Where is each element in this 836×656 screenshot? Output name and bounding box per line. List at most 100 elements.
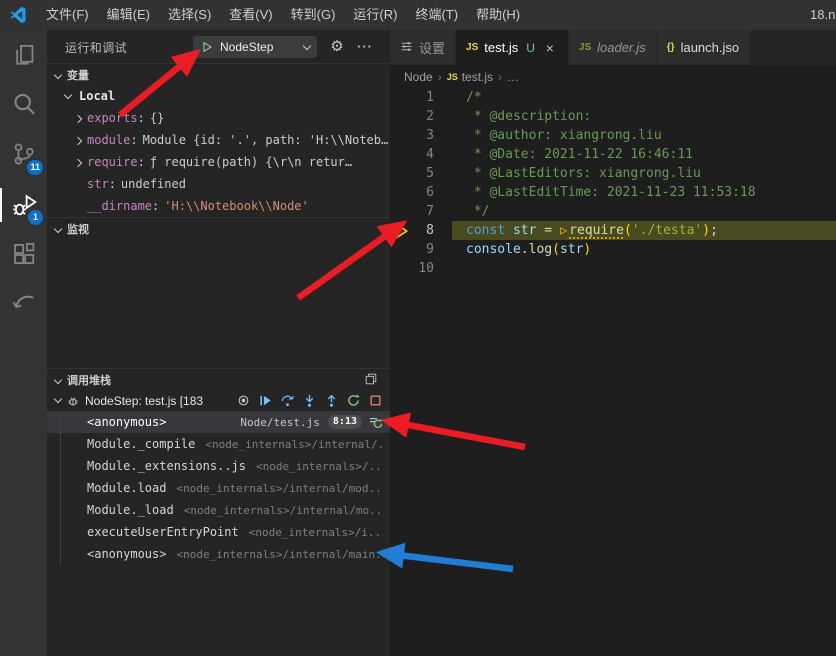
chevron-down-icon xyxy=(54,395,62,403)
code-line[interactable]: 6 * @LastEditTime: 2021-11-23 11:53:18 xyxy=(390,183,836,202)
tab-label: 设置 xyxy=(419,38,445,57)
code-line[interactable]: 4 * @Date: 2021-11-22 16:46:11 xyxy=(390,145,836,164)
stack-frame-row[interactable]: Module.load<node_internals>/internal/mod… xyxy=(47,477,390,499)
launch-config-dropdown[interactable]: NodeStep xyxy=(193,36,317,58)
frame-name: <anonymous> xyxy=(87,415,166,429)
line-content[interactable]: * @LastEditTime: 2021-11-23 11:53:18 xyxy=(452,183,836,202)
activity-item-run-and-debug[interactable]: 1 xyxy=(0,180,47,230)
line-content[interactable]: * @author: xiangrong.liu xyxy=(452,126,836,145)
line-number: 3 xyxy=(390,126,434,145)
editor-gutter[interactable]: 10 xyxy=(390,259,452,278)
stack-frame-row[interactable]: Module._compile<node_internals>/internal… xyxy=(47,433,390,455)
step-out-icon[interactable] xyxy=(324,393,339,408)
breakpoint-current-icon[interactable] xyxy=(393,222,410,239)
menu-item-7[interactable]: 终端(T) xyxy=(406,0,467,30)
close-icon[interactable]: × xyxy=(542,40,558,56)
breadcrumb[interactable]: Node›JStest.js›… xyxy=(390,65,836,88)
editor-gutter[interactable]: 8 xyxy=(390,221,452,240)
variable-row[interactable]: str:undefined xyxy=(47,173,390,195)
line-number: 1 xyxy=(390,88,434,107)
line-content[interactable]: * @LastEditors: xiangrong.liu xyxy=(452,164,836,183)
stop-icon[interactable] xyxy=(368,393,383,408)
menu-item-4[interactable]: 查看(V) xyxy=(220,0,281,30)
code-line[interactable]: 1 /* xyxy=(390,88,836,107)
editor-gutter[interactable]: 5 xyxy=(390,164,452,183)
menu-item-8[interactable]: 帮助(H) xyxy=(467,0,529,30)
editor-gutter[interactable]: 9 xyxy=(390,240,452,259)
tab-设置[interactable]: 设置 xyxy=(390,30,456,65)
variable-row[interactable]: module:Module {id: '.', path: 'H:\\Noteb… xyxy=(47,129,390,151)
line-content[interactable]: * @Date: 2021-11-22 16:46:11 xyxy=(452,145,836,164)
editor-gutter[interactable]: 3 xyxy=(390,126,452,145)
pause-icon[interactable] xyxy=(236,393,251,408)
open-stack-view-icon[interactable] xyxy=(364,372,378,389)
editor-gutter[interactable]: 4 xyxy=(390,145,452,164)
variable-name: str xyxy=(87,177,109,191)
menu-item-5[interactable]: 转到(G) xyxy=(282,0,345,30)
restart-frame-icon[interactable] xyxy=(368,414,384,430)
restart-icon[interactable] xyxy=(346,393,361,408)
code-line[interactable]: 8const str = ▷require('./testa'); xyxy=(390,221,836,240)
stack-frame-row[interactable]: executeUserEntryPoint<node_internals>/i.… xyxy=(47,521,390,543)
variables-section-title: 变量 xyxy=(67,67,89,83)
code-line[interactable]: 5 * @LastEditors: xiangrong.liu xyxy=(390,164,836,183)
variable-row[interactable]: require:ƒ require(path) {\r\n retur… xyxy=(47,151,390,173)
stack-frame-row[interactable]: Module._extensions..js<node_internals>/.… xyxy=(47,455,390,477)
more-actions-icon[interactable]: ··· xyxy=(354,35,376,57)
variables-scope-local[interactable]: Local xyxy=(47,85,390,107)
activity-badge: 11 xyxy=(27,160,43,175)
line-number: 9 xyxy=(390,240,434,259)
activity-item-explorer[interactable] xyxy=(0,30,47,80)
step-into-icon[interactable] xyxy=(302,393,317,408)
twistie-icon xyxy=(75,111,87,125)
variable-row[interactable]: exports:{} xyxy=(47,107,390,129)
stack-frame-row[interactable]: Module._load<node_internals>/internal/mo… xyxy=(47,499,390,521)
stack-frame-row[interactable]: <anonymous><node_internals>/internal/mai… xyxy=(47,543,390,565)
code-line[interactable]: 9 console.log(str) xyxy=(390,240,836,259)
editor-gutter[interactable]: 6 xyxy=(390,183,452,202)
variable-row[interactable]: __dirname:'H:\\Notebook\\Node' xyxy=(47,195,390,217)
code-line[interactable]: 7 */ xyxy=(390,202,836,221)
step-over-icon[interactable] xyxy=(280,393,295,408)
breadcrumb-item[interactable]: test.js xyxy=(462,70,493,84)
breadcrumb-item[interactable]: Node xyxy=(404,70,433,84)
start-debugging-icon[interactable] xyxy=(200,40,214,54)
watch-section-header[interactable]: 监视 xyxy=(47,217,390,239)
editor-gutter[interactable]: 2 xyxy=(390,107,452,126)
stack-frame-row[interactable]: <anonymous>Node/test.js8:13 xyxy=(47,411,390,433)
activity-item-source-control[interactable]: 11 xyxy=(0,130,47,180)
line-number: 6 xyxy=(390,183,434,202)
line-content[interactable]: */ xyxy=(452,202,836,221)
tab-test.js[interactable]: JStest.jsU× xyxy=(456,30,569,65)
line-content[interactable]: * @description: xyxy=(452,107,836,126)
tab-loader.js[interactable]: JSloader.js xyxy=(569,30,657,65)
back-arrow-icon xyxy=(11,291,37,320)
activity-bar: 111 xyxy=(0,30,47,656)
code-line[interactable]: 10 xyxy=(390,259,836,278)
line-content[interactable]: console.log(str) xyxy=(452,240,836,259)
activity-item-search[interactable] xyxy=(0,80,47,130)
chevron-down-icon xyxy=(64,90,72,98)
tab-launch.jso[interactable]: {}launch.jso xyxy=(657,30,750,65)
menu-item-6[interactable]: 运行(R) xyxy=(344,0,406,30)
line-content[interactable]: /* xyxy=(452,88,836,107)
activity-item-references[interactable] xyxy=(0,280,47,330)
menu-item-3[interactable]: 选择(S) xyxy=(159,0,220,30)
breadcrumb-item[interactable]: … xyxy=(507,70,519,84)
editor-gutter[interactable]: 7 xyxy=(390,202,452,221)
code-line[interactable]: 3 * @author: xiangrong.liu xyxy=(390,126,836,145)
variables-section-header[interactable]: 变量 xyxy=(47,63,390,85)
menu-item-1[interactable]: 文件(F) xyxy=(37,0,98,30)
menu-item-2[interactable]: 编辑(E) xyxy=(98,0,159,30)
editor-gutter[interactable]: 1 xyxy=(390,88,452,107)
callstack-section-header[interactable]: 调用堆栈 xyxy=(47,368,390,390)
line-content[interactable] xyxy=(452,259,836,278)
gear-icon[interactable]: ⚙ xyxy=(326,35,348,57)
bug-icon xyxy=(66,394,80,408)
chevron-down-icon xyxy=(303,41,311,49)
activity-item-extensions[interactable] xyxy=(0,230,47,280)
line-content[interactable]: const str = ▷require('./testa'); xyxy=(452,221,836,240)
code-line[interactable]: 2 * @description: xyxy=(390,107,836,126)
continue-icon[interactable] xyxy=(258,393,273,408)
debug-session-row[interactable]: NodeStep: test.js [183… xyxy=(47,390,390,411)
